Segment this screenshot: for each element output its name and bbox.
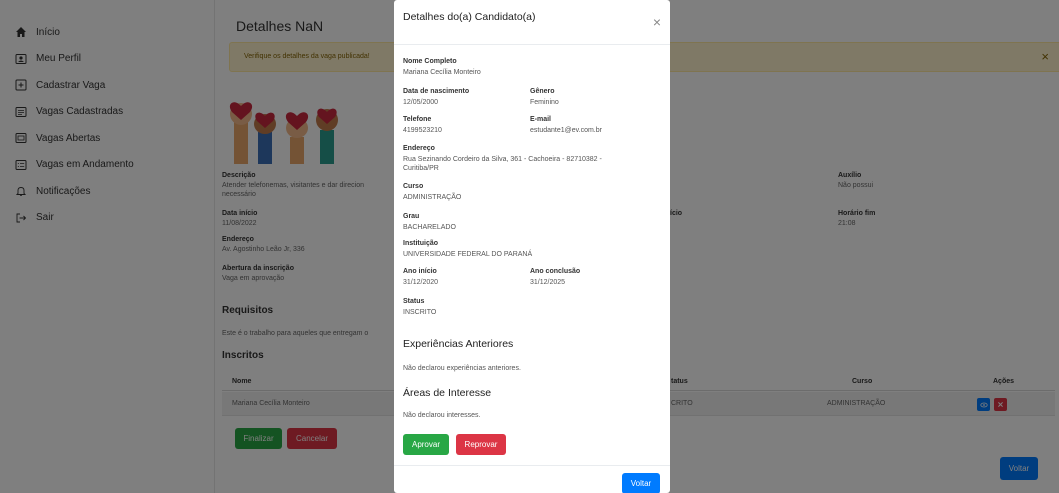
experiencias-text: Não declarou experiências anteriores.: [403, 365, 521, 372]
endereco-label: Endereço: [403, 145, 435, 152]
grau-value: BACHARELADO: [403, 224, 456, 231]
instituicao-value: UNIVERSIDADE FEDERAL DO PARANÁ: [403, 251, 533, 258]
reprovar-button[interactable]: Reprovar: [456, 434, 506, 455]
genero-label: Gênero: [530, 88, 555, 95]
curso-value: ADMINISTRAÇÃO: [403, 194, 462, 201]
candidate-details-modal: Detalhes do(a) Candidato(a) × Nome Compl…: [394, 0, 670, 493]
ano-conclusao-value: 31/12/2025: [530, 279, 566, 286]
telefone-label: Telefone: [403, 116, 432, 123]
curso-label: Curso: [403, 183, 424, 190]
modal-close-button[interactable]: ×: [653, 15, 661, 29]
grau-label: Grau: [403, 213, 420, 220]
ano-conclusao-label: Ano conclusão: [530, 268, 581, 275]
email-value: estudante1@ev.com.br: [530, 127, 602, 134]
modal-title: Detalhes do(a) Candidato(a): [403, 11, 536, 23]
aprovar-button[interactable]: Aprovar: [403, 434, 449, 455]
nome-value: Mariana Cecília Monteiro: [403, 69, 481, 76]
modal-footer: Voltar: [394, 465, 670, 493]
nome-label: Nome Completo: [403, 58, 457, 65]
areas-interesse-text: Não declarou interesses.: [403, 412, 481, 419]
status-label: Status: [403, 298, 425, 305]
email-label: E-mail: [530, 116, 552, 123]
endereco-value: Rua Sezinando Cordeiro da Silva, 361 - C…: [403, 156, 602, 172]
status-value: INSCRITO: [403, 309, 437, 316]
genero-value: Feminino: [530, 99, 559, 106]
experiencias-heading: Experiências Anteriores: [403, 338, 514, 350]
modal-header: Detalhes do(a) Candidato(a) ×: [394, 0, 670, 45]
instituicao-label: Instituição: [403, 240, 439, 247]
ano-inicio-label: Ano início: [403, 268, 437, 275]
areas-interesse-heading: Áreas de Interesse: [403, 387, 492, 399]
nascimento-label: Data de nascimento: [403, 88, 470, 95]
modal-voltar-button[interactable]: Voltar: [622, 473, 660, 493]
